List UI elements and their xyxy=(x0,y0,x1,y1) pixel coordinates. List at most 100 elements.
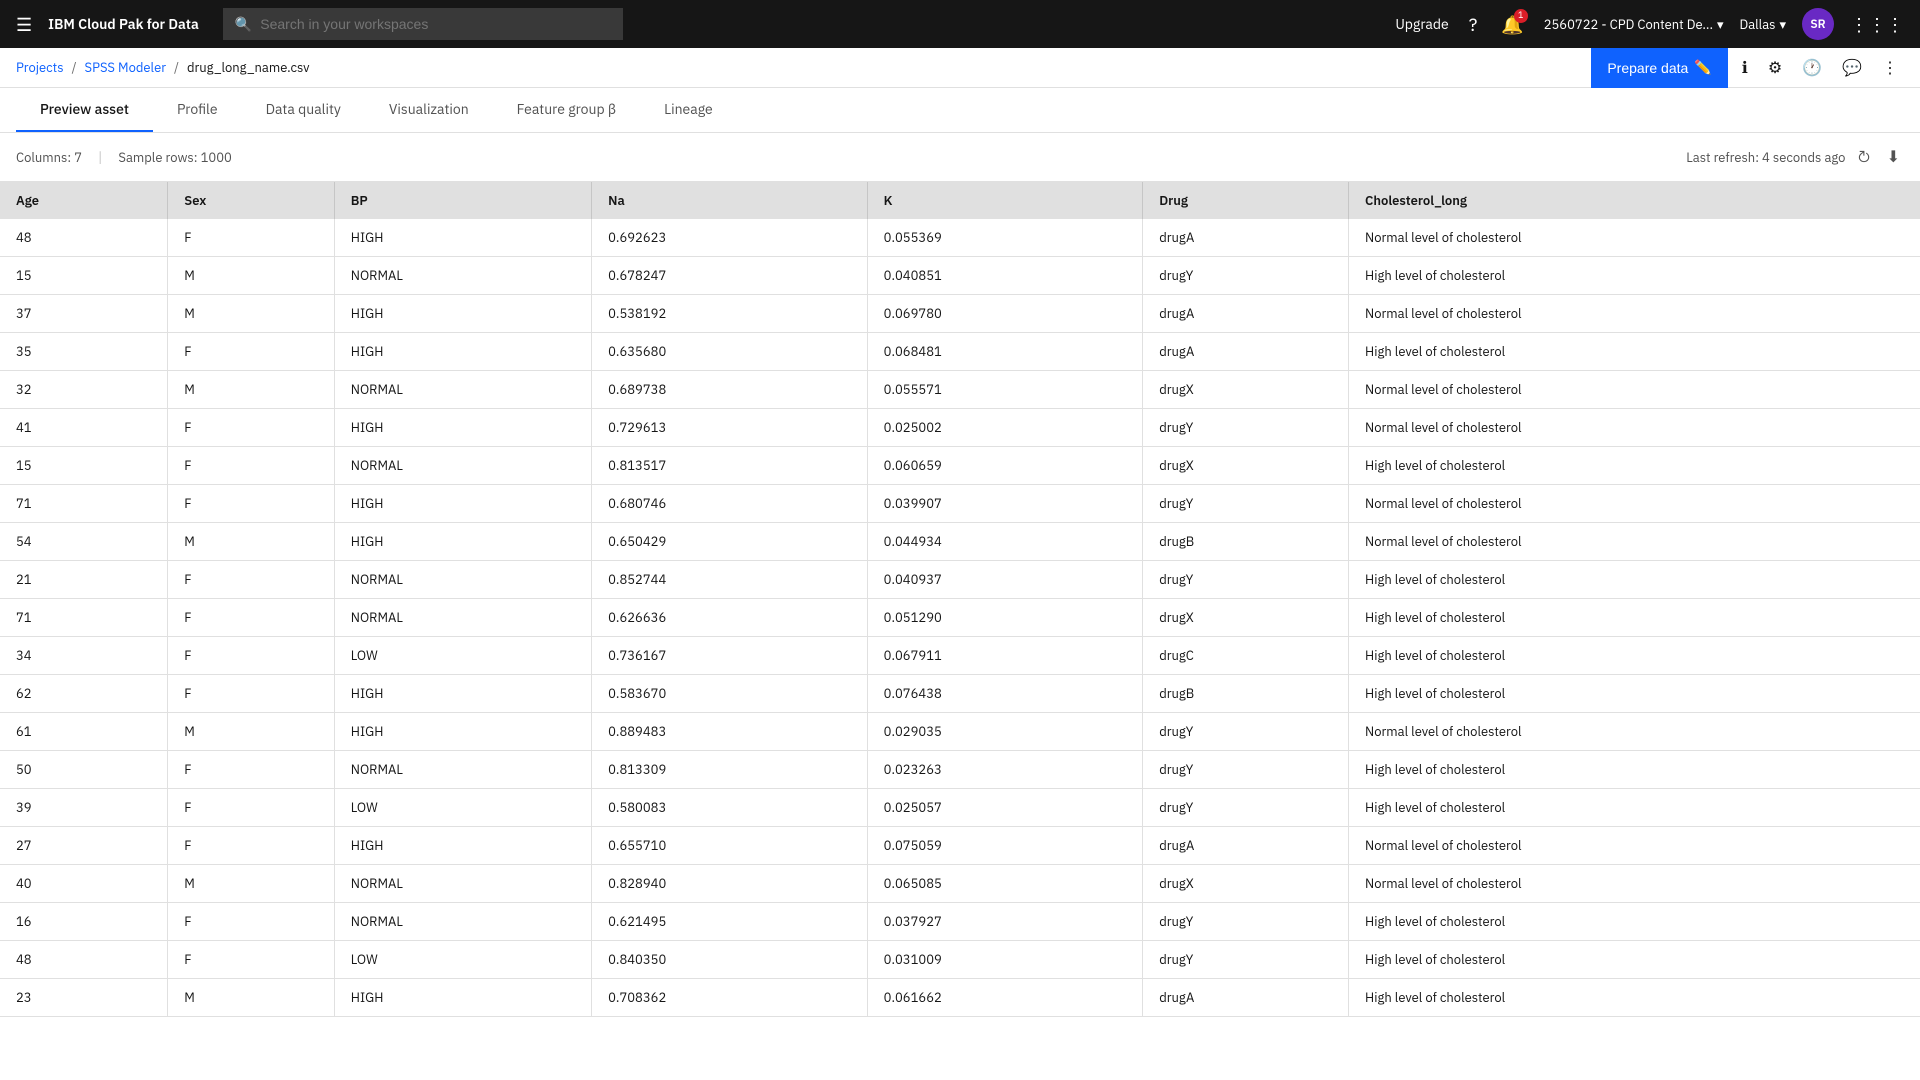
prepare-data-button[interactable]: Prepare data ✏️ xyxy=(1591,48,1727,88)
table-cell: drugY xyxy=(1143,485,1349,523)
table-cell: M xyxy=(168,979,335,1017)
region-chevron-icon: ▾ xyxy=(1779,16,1786,33)
table-cell: 21 xyxy=(0,561,168,599)
table-toolbar: Columns: 7 | Sample rows: 1000 Last refr… xyxy=(0,133,1920,182)
table-cell: 0.025057 xyxy=(867,789,1143,827)
table-cell: NORMAL xyxy=(334,371,591,409)
table-cell: High level of cholesterol xyxy=(1349,751,1920,789)
table-cell: 71 xyxy=(0,485,168,523)
history-icon[interactable]: 🕐 xyxy=(1796,52,1828,84)
breadcrumb-projects[interactable]: Projects xyxy=(16,59,64,76)
table-row: 27FHIGH0.6557100.075059drugANormal level… xyxy=(0,827,1920,865)
table-row: 41FHIGH0.7296130.025002drugYNormal level… xyxy=(0,409,1920,447)
table-cell: 0.813517 xyxy=(592,447,868,485)
search-input[interactable] xyxy=(260,16,611,32)
schema-icon[interactable]: ⚙ xyxy=(1762,52,1788,84)
table-cell: 0.736167 xyxy=(592,637,868,675)
table-cell: LOW xyxy=(334,789,591,827)
prepare-data-label: Prepare data xyxy=(1607,60,1688,76)
table-cell: 0.055571 xyxy=(867,371,1143,409)
table-cell: NORMAL xyxy=(334,599,591,637)
table-cell: High level of cholesterol xyxy=(1349,447,1920,485)
tab-preview-asset[interactable]: Preview asset xyxy=(16,88,153,132)
table-cell: HIGH xyxy=(334,485,591,523)
table-cell: 0.729613 xyxy=(592,409,868,447)
region-selector[interactable]: Dallas ▾ xyxy=(1740,16,1786,33)
tab-data-quality[interactable]: Data quality xyxy=(242,88,365,132)
upgrade-link[interactable]: Upgrade xyxy=(1395,15,1448,33)
table-cell: High level of cholesterol xyxy=(1349,941,1920,979)
table-cell: F xyxy=(168,751,335,789)
table-cell: 34 xyxy=(0,637,168,675)
table-cell: drugA xyxy=(1143,295,1349,333)
breadcrumb-sep-2: / xyxy=(174,59,179,76)
table-cell: 0.067911 xyxy=(867,637,1143,675)
breadcrumb-file: drug_long_name.csv xyxy=(187,59,310,76)
table-cell: 32 xyxy=(0,371,168,409)
table-row: 37MHIGH0.5381920.069780drugANormal level… xyxy=(0,295,1920,333)
col-header-na: Na xyxy=(592,182,868,219)
tab-feature-group[interactable]: Feature group β xyxy=(493,88,640,132)
table-cell: HIGH xyxy=(334,713,591,751)
refresh-icon[interactable]: ↻ xyxy=(1853,143,1874,171)
apps-icon[interactable]: ⋮⋮⋮ xyxy=(1850,13,1904,36)
table-cell: 0.040851 xyxy=(867,257,1143,295)
account-selector[interactable]: 2560722 - CPD Content De... ▾ xyxy=(1544,16,1724,33)
table-row: 48FHIGH0.6926230.055369drugANormal level… xyxy=(0,219,1920,257)
table-row: 21FNORMAL0.8527440.040937drugYHigh level… xyxy=(0,561,1920,599)
table-cell: F xyxy=(168,561,335,599)
tab-visualization[interactable]: Visualization xyxy=(365,88,493,132)
help-icon[interactable]: ? xyxy=(1465,9,1482,40)
breadcrumb-spss[interactable]: SPSS Modeler xyxy=(85,59,166,76)
user-avatar[interactable]: SR xyxy=(1802,8,1834,40)
info-icon[interactable]: ℹ xyxy=(1736,52,1754,84)
table-cell: Normal level of cholesterol xyxy=(1349,827,1920,865)
table-cell: 15 xyxy=(0,447,168,485)
table-cell: drugY xyxy=(1143,713,1349,751)
table-cell: 62 xyxy=(0,675,168,713)
tab-profile[interactable]: Profile xyxy=(153,88,242,132)
tab-lineage[interactable]: Lineage xyxy=(640,88,737,132)
hamburger-icon[interactable]: ☰ xyxy=(16,13,32,36)
table-cell: drugA xyxy=(1143,827,1349,865)
notification-badge: 1 xyxy=(1514,9,1528,23)
table-cell: Normal level of cholesterol xyxy=(1349,295,1920,333)
comment-icon[interactable]: 💬 xyxy=(1836,52,1868,84)
table-cell: drugY xyxy=(1143,561,1349,599)
table-cell: drugX xyxy=(1143,371,1349,409)
table-cell: 48 xyxy=(0,941,168,979)
download-icon[interactable]: ⬇ xyxy=(1883,143,1904,171)
data-table-container: Age Sex BP Na K Drug Cholesterol_long 48… xyxy=(0,182,1920,1069)
prepare-data-icon: ✏️ xyxy=(1694,59,1711,76)
table-row: 23MHIGH0.7083620.061662drugAHigh level o… xyxy=(0,979,1920,1017)
table-cell: NORMAL xyxy=(334,751,591,789)
table-cell: Normal level of cholesterol xyxy=(1349,523,1920,561)
table-body: 48FHIGH0.6926230.055369drugANormal level… xyxy=(0,219,1920,1017)
table-row: 16FNORMAL0.6214950.037927drugYHigh level… xyxy=(0,903,1920,941)
col-header-cholesterol: Cholesterol_long xyxy=(1349,182,1920,219)
table-cell: drugX xyxy=(1143,865,1349,903)
table-cell: 0.538192 xyxy=(592,295,868,333)
search-bar[interactable]: 🔍 xyxy=(223,8,623,40)
table-cell: F xyxy=(168,903,335,941)
table-cell: 0.039907 xyxy=(867,485,1143,523)
table-cell: F xyxy=(168,447,335,485)
table-cell: F xyxy=(168,599,335,637)
table-header-row: Age Sex BP Na K Drug Cholesterol_long xyxy=(0,182,1920,219)
table-cell: 61 xyxy=(0,713,168,751)
table-cell: 0.025002 xyxy=(867,409,1143,447)
table-cell: 0.037927 xyxy=(867,903,1143,941)
table-cell: NORMAL xyxy=(334,903,591,941)
table-cell: 0.626636 xyxy=(592,599,868,637)
table-cell: LOW xyxy=(334,941,591,979)
table-row: 48FLOW0.8403500.031009drugYHigh level of… xyxy=(0,941,1920,979)
table-cell: F xyxy=(168,941,335,979)
table-cell: LOW xyxy=(334,637,591,675)
more-icon[interactable]: ⋮ xyxy=(1876,52,1904,84)
table-cell: F xyxy=(168,409,335,447)
table-cell: 0.040937 xyxy=(867,561,1143,599)
table-cell: drugC xyxy=(1143,637,1349,675)
table-cell: 0.655710 xyxy=(592,827,868,865)
table-row: 39FLOW0.5800830.025057drugYHigh level of… xyxy=(0,789,1920,827)
notifications-icon[interactable]: 🔔 1 xyxy=(1497,9,1527,40)
